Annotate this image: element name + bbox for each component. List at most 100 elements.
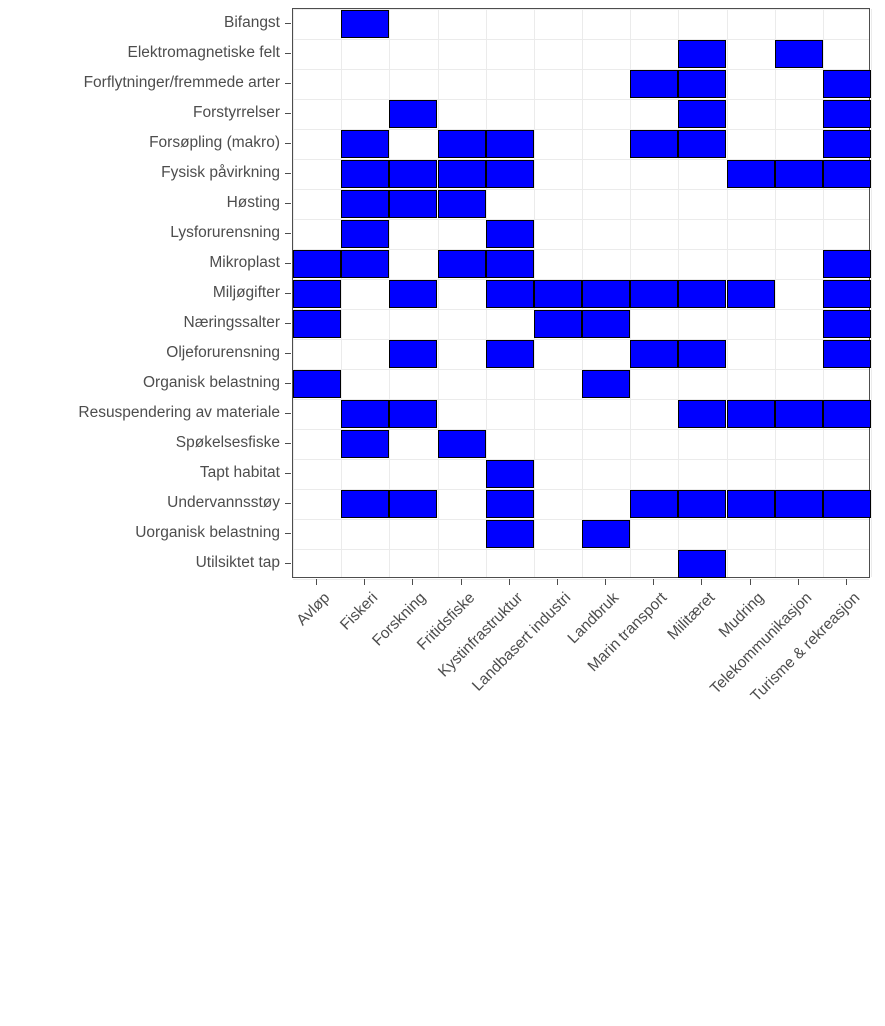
y-axis-tick-mark xyxy=(285,233,291,234)
y-axis-tick-mark xyxy=(285,173,291,174)
heatmap-cell xyxy=(389,159,438,189)
y-axis-tick-label: Resuspendering av materiale xyxy=(78,404,280,421)
x-axis-tick-mark xyxy=(653,579,655,585)
y-axis-tick-label: Næringssalter xyxy=(183,314,280,331)
heatmap-cell xyxy=(485,219,534,249)
heatmap-cell xyxy=(293,279,342,309)
y-axis-tick-mark xyxy=(285,353,291,354)
heatmap-cell xyxy=(630,279,679,309)
y-axis-tick-mark xyxy=(285,503,291,504)
y-axis-tick-mark xyxy=(285,143,291,144)
x-axis-tick-mark xyxy=(556,579,558,585)
heatmap-cell xyxy=(774,399,823,429)
x-axis-tick-mark xyxy=(508,579,510,585)
heatmap-cell xyxy=(678,39,727,69)
heatmap-cell xyxy=(630,129,679,159)
heatmap-cell xyxy=(774,489,823,519)
y-axis-tick-label: Forstyrrelser xyxy=(193,104,280,121)
heatmap-cell xyxy=(822,69,871,99)
y-axis-tick-label: Tapt habitat xyxy=(199,464,280,481)
heatmap-cell xyxy=(678,549,727,579)
heatmap-cell xyxy=(293,249,342,279)
heatmap-cell xyxy=(485,279,534,309)
heatmap-cell xyxy=(533,309,582,339)
heatmap-cell xyxy=(485,519,534,549)
heatmap-cell xyxy=(389,399,438,429)
heatmap-cell xyxy=(341,129,390,159)
y-axis-tick-mark xyxy=(285,563,291,564)
heatmap-cell xyxy=(485,159,534,189)
heatmap-cell xyxy=(774,39,823,69)
heatmap-cell xyxy=(389,189,438,219)
plot-panel xyxy=(292,8,872,580)
x-axis-tick-mark xyxy=(845,579,847,585)
heatmap-cell xyxy=(630,339,679,369)
gridline-vertical xyxy=(871,9,872,577)
y-axis-tick-mark xyxy=(285,293,291,294)
heatmap-cell xyxy=(389,489,438,519)
y-axis-tick-mark xyxy=(285,263,291,264)
y-axis-tick-label: Uorganisk belastning xyxy=(135,524,280,541)
heatmap-cell xyxy=(437,129,486,159)
heatmap-cell xyxy=(341,399,390,429)
y-axis-tick-mark xyxy=(285,53,291,54)
y-axis-tick-mark xyxy=(285,473,291,474)
heatmap-cell xyxy=(341,429,390,459)
heatmap-cell xyxy=(678,399,727,429)
heatmap-cell xyxy=(630,489,679,519)
y-axis-tick-label: Spøkelsesfiske xyxy=(175,434,280,451)
heatmap-cell xyxy=(293,369,342,399)
y-axis-tick-label: Organisk belastning xyxy=(143,374,280,391)
y-axis-tick-label: Miljøgifter xyxy=(212,284,280,301)
heatmap-cell xyxy=(630,69,679,99)
y-axis-tick-label: Lysforurensning xyxy=(170,224,280,241)
heatmap-cell xyxy=(822,99,871,129)
heatmap-cell xyxy=(774,159,823,189)
heatmap-cell xyxy=(533,279,582,309)
y-axis-tick-mark xyxy=(285,413,291,414)
y-axis-tick-label: Forflytninger/fremmede arter xyxy=(83,74,280,91)
heatmap-cell xyxy=(485,129,534,159)
heatmap-cell xyxy=(389,279,438,309)
heatmap-cell xyxy=(822,279,871,309)
heatmap-cell xyxy=(678,339,727,369)
heatmap-cell xyxy=(678,99,727,129)
heatmap-cell xyxy=(726,279,775,309)
heatmap-cell xyxy=(678,69,727,99)
heatmap-cell xyxy=(293,309,342,339)
x-axis-tick-mark xyxy=(412,579,414,585)
heatmap-cell xyxy=(822,159,871,189)
y-axis-tick-labels: Bifangst Elektromagnetiske felt Forflytnin… xyxy=(0,8,280,578)
y-axis-tick-mark xyxy=(285,23,291,24)
heatmap-cell xyxy=(822,249,871,279)
heatmap-cell xyxy=(341,9,390,39)
x-axis-tick-labels: Avløp Fiskeri Forskning Fritidsfiske Kystinf… xyxy=(0,586,885,767)
x-axis-tick-mark xyxy=(749,579,751,585)
y-axis-tick-label: Utilsiktet tap xyxy=(195,554,280,571)
y-axis-tick-label: Høsting xyxy=(226,194,280,211)
y-axis-tick-mark xyxy=(285,113,291,114)
heatmap-cell xyxy=(678,279,727,309)
x-axis-tick-mark xyxy=(797,579,799,585)
heatmap-cell xyxy=(341,489,390,519)
heatmap-cell xyxy=(582,279,631,309)
heatmap-cell xyxy=(341,219,390,249)
x-axis-tick-mark xyxy=(364,579,366,585)
heatmap-cell xyxy=(582,519,631,549)
x-axis-tick-mark xyxy=(460,579,462,585)
x-axis-tick-mark xyxy=(701,579,703,585)
heatmap-cell xyxy=(822,399,871,429)
heatmap-cell xyxy=(485,459,534,489)
heatmap-cell xyxy=(437,429,486,459)
heatmap-cell xyxy=(485,489,534,519)
heatmap-cell xyxy=(822,339,871,369)
heatmap-cell xyxy=(389,339,438,369)
y-axis-tick-label: Forsøpling (makro) xyxy=(149,134,280,151)
heatmap-cell xyxy=(822,489,871,519)
heatmap-cell xyxy=(582,369,631,399)
y-axis-tick-mark xyxy=(285,383,291,384)
y-axis-tick-label: Elektromagnetiske felt xyxy=(127,44,281,61)
heatmap-cell xyxy=(726,399,775,429)
heatmap-cell xyxy=(822,129,871,159)
heatmap-cell xyxy=(437,249,486,279)
